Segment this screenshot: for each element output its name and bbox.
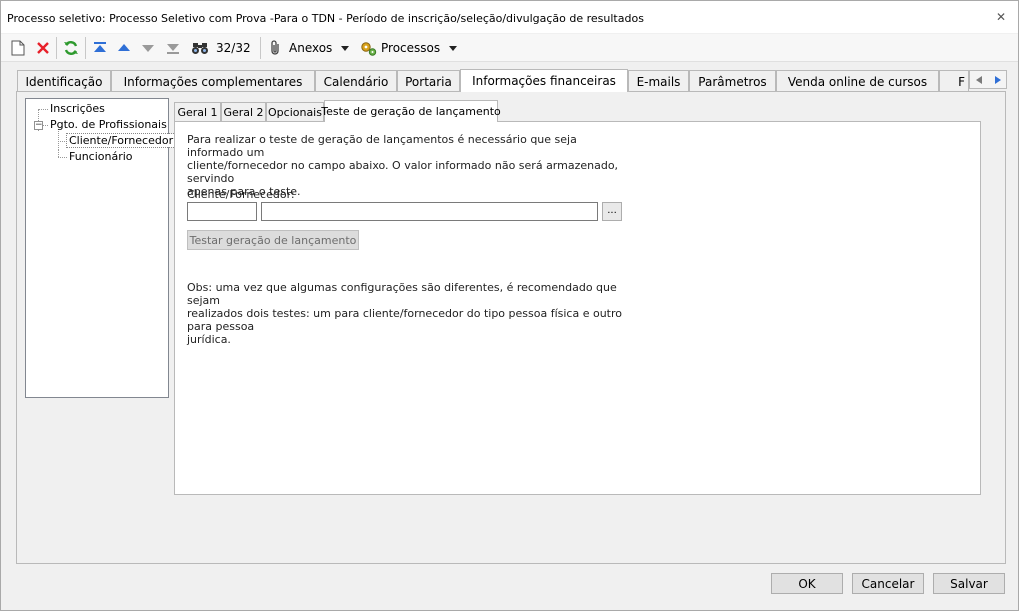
tab-portaria[interactable]: Portaria [397,70,460,92]
new-record-icon[interactable] [11,38,25,58]
tab-parametros[interactable]: Parâmetros [689,70,776,92]
tab-scroll-buttons [969,70,1007,89]
scroll-right-icon[interactable] [993,75,1002,85]
refresh-icon[interactable] [63,38,79,58]
cliente-name-input[interactable] [261,202,598,221]
tab-informacoes-financeiras[interactable]: Informações financeiras [460,69,628,92]
tab-teste-geracao-lancamento[interactable]: Teste de geração de lançamento [321,100,501,122]
main-tabs: Identificação Informações complementares… [17,69,1007,92]
chevron-down-icon [341,45,350,51]
ok-button[interactable]: OK [771,573,843,594]
tab-geral-1[interactable]: Geral 1 [174,102,221,122]
sub-tabs: Geral 1 Geral 2 Opcionais Teste de geraç… [174,100,984,122]
record-counter: 32/32 [216,41,251,55]
tab-informacoes-complementares[interactable]: Informações complementares [111,70,315,92]
test-panel: Para realizar o teste de geração de lanç… [174,121,981,495]
tab-content: Inscrições − Pgto. de Profissionais Clie… [16,91,1006,564]
tab-calendario[interactable]: Calendário [315,70,397,92]
lookup-button[interactable]: ... [602,202,622,221]
tree-item-cliente-fornecedor[interactable]: Cliente/Fornecedor [65,133,177,148]
binoculars-icon[interactable] [191,38,209,58]
collapse-icon[interactable]: − [34,121,43,130]
title-bar: Processo seletivo: Processo Seletivo com… [1,1,1018,33]
dialog-window: Processo seletivo: Processo Seletivo com… [0,0,1019,611]
tree-view: Inscrições − Pgto. de Profissionais Clie… [25,98,177,398]
test-generation-button[interactable]: Testar geração de lançamento [187,230,359,250]
window-title: Processo seletivo: Processo Seletivo com… [7,12,644,25]
anexos-dropdown[interactable]: Anexos [269,38,350,58]
anexos-label: Anexos [289,41,333,55]
tab-geral-2[interactable]: Geral 2 [221,102,266,122]
delete-icon[interactable] [36,38,50,58]
tree-item-inscricoes[interactable]: Inscrições [50,102,105,115]
cliente-fornecedor-label: Cliente/Fornecedor: [187,188,295,201]
processos-label: Processos [381,41,441,55]
first-record-icon[interactable] [92,38,108,58]
processos-dropdown[interactable]: Processos [360,38,458,58]
cancel-button[interactable]: Cancelar [852,573,924,594]
tab-venda-online-de-cursos[interactable]: Venda online de cursos [776,70,939,92]
tree-item-pgto-profissionais[interactable]: Pgto. de Profissionais [50,118,167,131]
save-button[interactable]: Salvar [933,573,1005,594]
tab-identificacao[interactable]: Identificação [17,70,111,92]
obs-text: Obs: uma vez que algumas configurações s… [187,281,623,346]
tab-e-mails[interactable]: E-mails [628,70,689,92]
next-record-icon[interactable] [141,38,155,58]
previous-record-icon[interactable] [117,38,131,58]
tab-opcionais[interactable]: Opcionais [266,102,324,122]
tab-truncated[interactable]: F [939,70,969,92]
last-record-icon[interactable] [165,38,181,58]
gears-icon [361,41,377,56]
cliente-code-input[interactable] [187,202,257,221]
close-icon[interactable]: ✕ [996,10,1006,24]
toolbar: 32/32 Anexos Processos [1,34,1018,62]
scroll-left-icon[interactable] [975,75,984,85]
tree-item-funcionario[interactable]: Funcionário [69,150,133,163]
chevron-down-icon [449,45,458,51]
paperclip-icon [271,40,279,55]
